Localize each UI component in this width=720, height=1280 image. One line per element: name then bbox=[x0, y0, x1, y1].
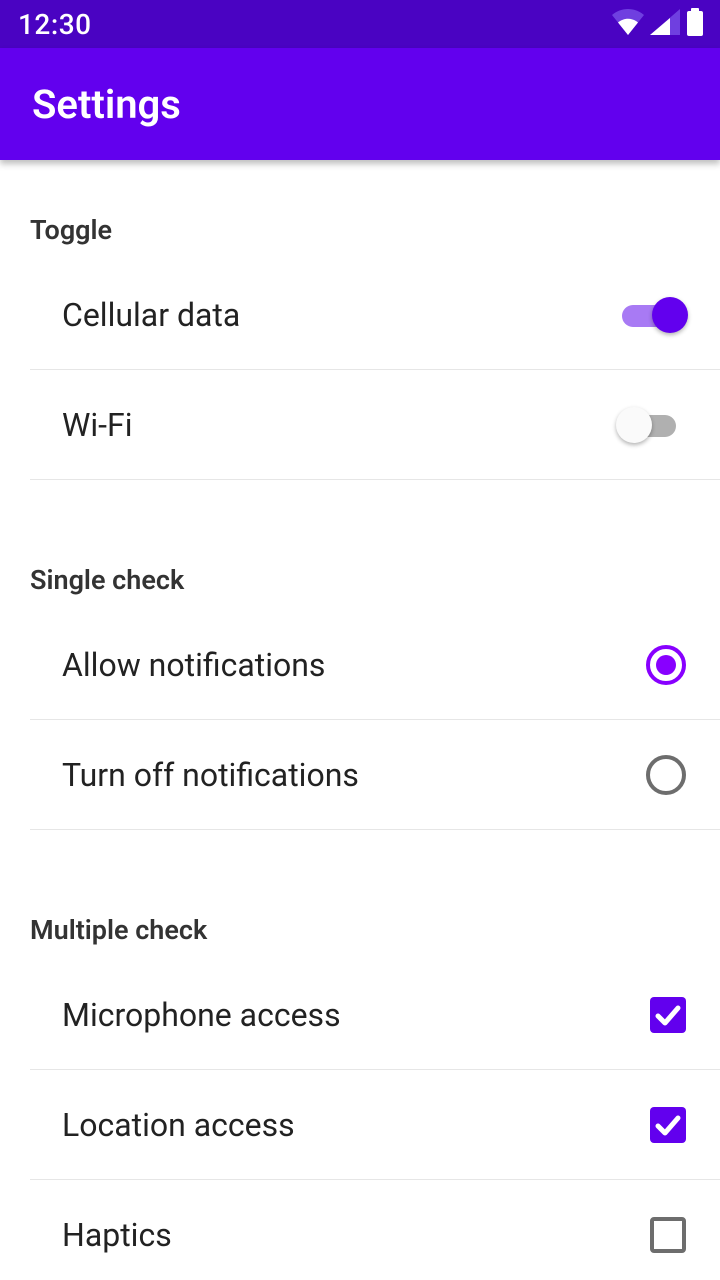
row-location-access[interactable]: Location access bbox=[30, 1070, 720, 1180]
switch-thumb bbox=[616, 407, 652, 443]
switch-wifi[interactable] bbox=[618, 405, 686, 445]
row-cellular-data[interactable]: Cellular data bbox=[30, 260, 720, 370]
row-label: Cellular data bbox=[62, 296, 240, 334]
row-label: Wi-Fi bbox=[62, 406, 132, 444]
status-icons bbox=[612, 8, 704, 40]
checkbox-microphone-access[interactable] bbox=[650, 997, 686, 1033]
row-label: Turn off notifications bbox=[62, 756, 359, 794]
section-gap bbox=[0, 480, 720, 540]
radio-turn-off-notifications[interactable] bbox=[646, 755, 686, 795]
section-header-single: Single check bbox=[0, 540, 720, 610]
page-title: Settings bbox=[32, 81, 181, 128]
status-bar: 12:30 bbox=[0, 0, 720, 48]
row-label: Location access bbox=[62, 1106, 295, 1144]
wifi-icon bbox=[612, 9, 644, 39]
row-turn-off-notifications[interactable]: Turn off notifications bbox=[30, 720, 720, 830]
check-icon bbox=[652, 1109, 684, 1141]
section-header-multiple: Multiple check bbox=[0, 890, 720, 960]
row-label: Haptics bbox=[62, 1216, 172, 1254]
battery-icon bbox=[686, 8, 704, 40]
row-label: Allow notifications bbox=[62, 646, 325, 684]
row-haptics[interactable]: Haptics bbox=[30, 1180, 720, 1280]
settings-content: Toggle Cellular data Wi-Fi Single check … bbox=[0, 160, 720, 1280]
radio-allow-notifications[interactable] bbox=[646, 645, 686, 685]
signal-icon bbox=[650, 9, 680, 39]
row-wifi[interactable]: Wi-Fi bbox=[30, 370, 720, 480]
section-gap bbox=[0, 830, 720, 890]
status-time: 12:30 bbox=[18, 8, 92, 41]
check-icon bbox=[652, 999, 684, 1031]
checkbox-haptics[interactable] bbox=[650, 1217, 686, 1253]
switch-thumb bbox=[652, 297, 688, 333]
section-header-toggle: Toggle bbox=[0, 190, 720, 260]
switch-cellular-data[interactable] bbox=[618, 295, 686, 335]
app-bar: Settings bbox=[0, 48, 720, 160]
checkbox-location-access[interactable] bbox=[650, 1107, 686, 1143]
row-allow-notifications[interactable]: Allow notifications bbox=[30, 610, 720, 720]
row-label: Microphone access bbox=[62, 996, 341, 1034]
row-microphone-access[interactable]: Microphone access bbox=[30, 960, 720, 1070]
